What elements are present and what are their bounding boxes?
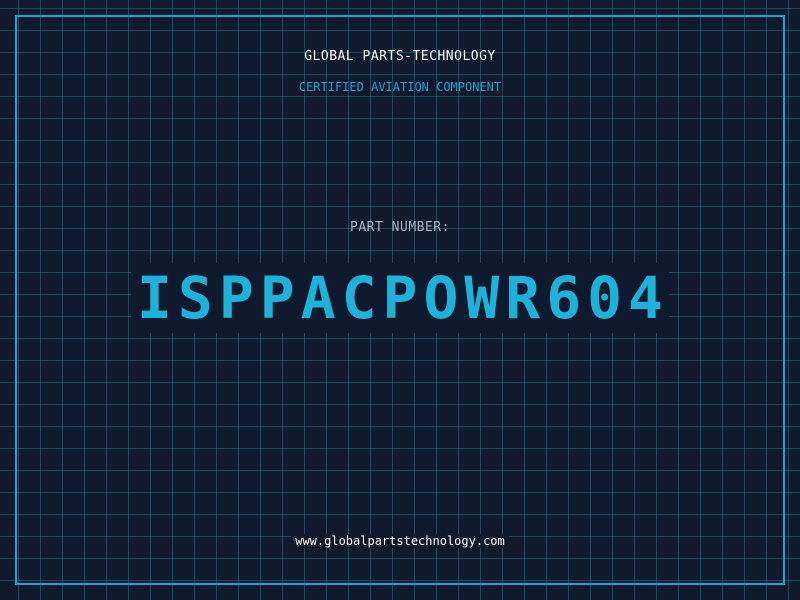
certification-tagline: CERTIFIED AVIATION COMPONENT	[298, 80, 502, 94]
company-name: GLOBAL PARTS-TECHNOLOGY	[304, 49, 496, 64]
website-url: www.globalpartstechnology.com	[291, 534, 509, 548]
part-number-container: ISPPACPOWR604	[0, 263, 800, 333]
footer: www.globalpartstechnology.com	[0, 530, 800, 549]
part-number-value: ISPPACPOWR604	[131, 263, 669, 333]
part-number-label: PART NUMBER:	[350, 220, 450, 235]
part-card: GLOBAL PARTS-TECHNOLOGY CERTIFIED AVIATI…	[0, 0, 800, 600]
